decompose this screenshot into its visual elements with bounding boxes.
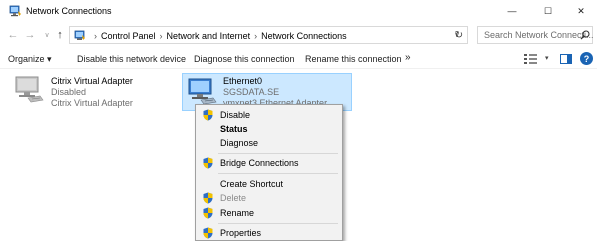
- network-connections-icon: [9, 5, 21, 17]
- menu-item-label: Status: [220, 124, 248, 134]
- rename-connection-button[interactable]: Rename this connection: [305, 54, 402, 64]
- menu-item-disable[interactable]: Disable: [196, 108, 342, 122]
- adapter-status: SGSDATA.SE: [223, 87, 280, 97]
- view-options-dropdown[interactable]: ▾: [545, 54, 549, 62]
- adapter-device: Citrix Virtual Adapter: [51, 98, 133, 108]
- breadcrumb: › Control Panel › Network and Internet ›…: [74, 30, 347, 41]
- breadcrumb-separator: ›: [94, 30, 97, 41]
- search-placeholder: Search Network Connecti...: [484, 30, 594, 40]
- adapter-citrix-virtual[interactable]: Citrix Virtual Adapter Disabled Citrix V…: [14, 74, 174, 114]
- network-adapter-icon: [15, 76, 44, 103]
- menu-separator: [218, 173, 338, 174]
- more-commands-button[interactable]: »: [405, 52, 411, 63]
- minimize-button[interactable]: —: [494, 0, 530, 22]
- recent-locations-button[interactable]: ∨: [40, 28, 54, 42]
- context-menu: Disable Status Diagnose Bridge Connectio…: [195, 104, 343, 241]
- title-bar: Network Connections — ☐ ✕: [0, 0, 597, 22]
- menu-item-label: Properties: [220, 228, 262, 238]
- menu-separator: [218, 223, 338, 224]
- menu-separator: [218, 153, 338, 154]
- menu-item-label: Delete: [220, 193, 247, 203]
- maximize-button[interactable]: ☐: [530, 0, 566, 22]
- up-button[interactable]: ↑: [53, 28, 67, 42]
- adapter-status: Disabled: [51, 87, 87, 97]
- back-button[interactable]: ←: [6, 28, 20, 42]
- refresh-button[interactable]: ↻: [451, 26, 468, 44]
- menu-item-label: Diagnose: [220, 138, 259, 148]
- menu-item-create-shortcut[interactable]: Create Shortcut: [196, 177, 342, 191]
- close-button[interactable]: ✕: [563, 0, 597, 22]
- uac-shield-icon: [203, 227, 213, 239]
- menu-item-label: Disable: [220, 110, 251, 120]
- diagnose-connection-button[interactable]: Diagnose this connection: [194, 54, 295, 64]
- address-bar[interactable]: › Control Panel › Network and Internet ›…: [69, 26, 468, 44]
- menu-item-rename[interactable]: Rename: [196, 206, 342, 220]
- search-icon: [580, 30, 590, 40]
- help-button[interactable]: ?: [580, 52, 593, 65]
- breadcrumb-separator: ›: [254, 30, 258, 41]
- menu-item-properties[interactable]: Properties: [196, 226, 342, 240]
- organize-button[interactable]: Organize ▾: [8, 54, 52, 65]
- breadcrumb-separator: ›: [159, 30, 163, 41]
- menu-item-label: Create Shortcut: [220, 179, 284, 189]
- menu-item-label: Rename: [220, 208, 255, 218]
- preview-pane-icon[interactable]: [560, 54, 572, 64]
- search-input[interactable]: Search Network Connecti...: [477, 26, 594, 44]
- uac-shield-icon: [203, 157, 213, 169]
- disable-device-button[interactable]: Disable this network device: [77, 54, 186, 64]
- breadcrumb-network-and-internet[interactable]: Network and Internet: [167, 31, 251, 41]
- uac-shield-icon: [203, 109, 213, 121]
- menu-item-label: Bridge Connections: [220, 158, 299, 168]
- breadcrumb-network-connections[interactable]: Network Connections: [261, 31, 347, 41]
- uac-shield-icon: [203, 207, 213, 219]
- control-panel-icon: [74, 30, 85, 40]
- menu-item-status[interactable]: Status: [196, 122, 342, 136]
- uac-shield-icon: [203, 192, 213, 204]
- command-bar: Organize ▾ Disable this network device D…: [0, 49, 597, 69]
- menu-item-bridge-connections[interactable]: Bridge Connections: [196, 156, 342, 170]
- menu-item-delete: Delete: [196, 191, 342, 205]
- change-view-icon[interactable]: [524, 53, 538, 65]
- adapter-name: Citrix Virtual Adapter: [51, 76, 133, 86]
- window-title: Network Connections: [26, 6, 112, 16]
- menu-item-diagnose[interactable]: Diagnose: [196, 136, 342, 150]
- network-adapter-icon: [188, 78, 217, 105]
- breadcrumb-control-panel[interactable]: Control Panel: [101, 31, 156, 41]
- forward-button[interactable]: →: [23, 28, 37, 42]
- adapter-name: Ethernet0: [223, 76, 263, 86]
